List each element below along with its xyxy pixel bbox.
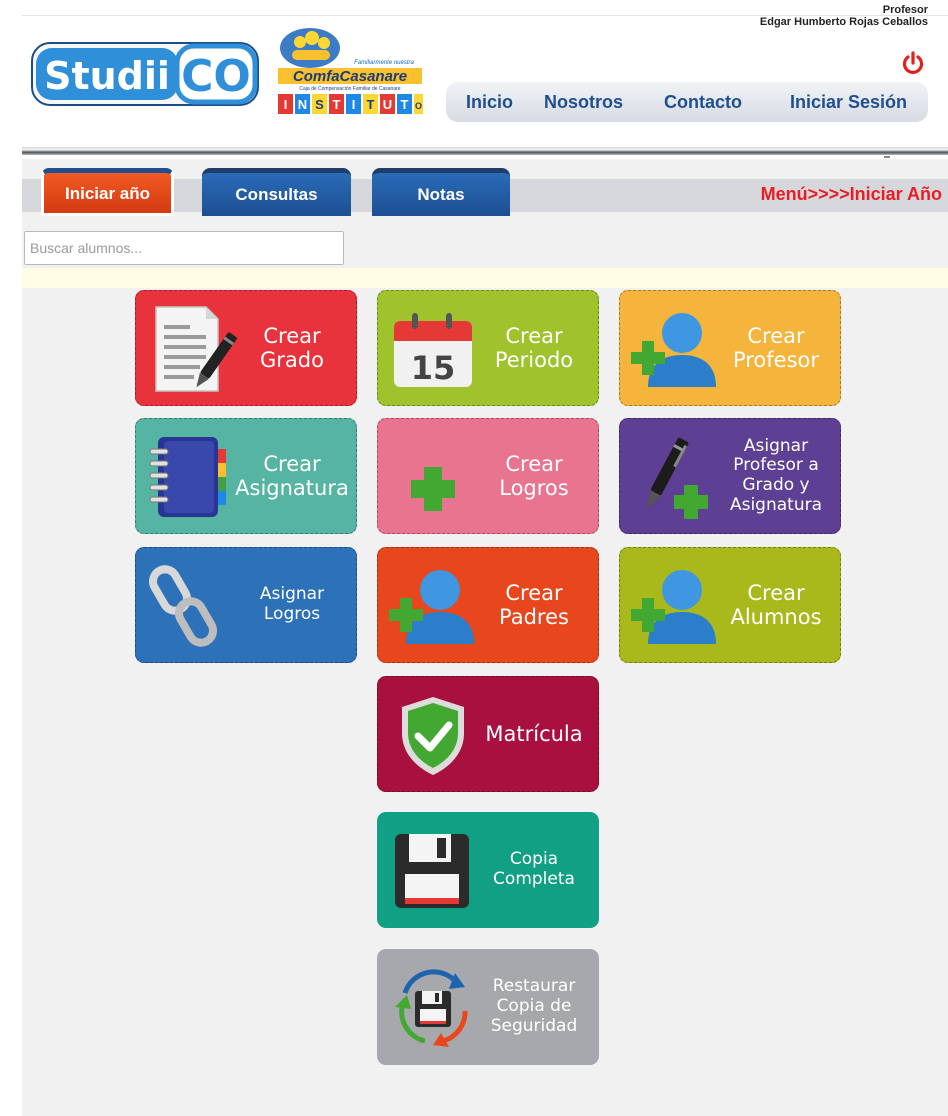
nav-contacto[interactable]: Contacto xyxy=(664,92,742,113)
tile-label: Crear Asignatura xyxy=(235,451,349,500)
svg-text:ComfaCasanare: ComfaCasanare xyxy=(293,68,407,85)
notebook-icon xyxy=(149,437,226,517)
tile-crear-periodo[interactable]: 15 Crear Periodo xyxy=(377,290,599,406)
tile-crear-asignatura[interactable]: Crear Asignatura xyxy=(135,418,357,534)
user-plus-icon xyxy=(631,313,716,387)
tile-matricula[interactable]: Matrícula xyxy=(377,676,599,792)
svg-text:Caja de Compensación Familiar: Caja de Compensación Familiar de Casanar… xyxy=(299,86,400,92)
shield-check-icon xyxy=(402,697,464,775)
plus-icon xyxy=(411,467,455,511)
tile-label: Crear Logros xyxy=(499,451,569,500)
tile-label: Crear Periodo xyxy=(494,323,574,372)
power-icon[interactable] xyxy=(900,50,926,76)
nav-nosotros[interactable]: Nosotros xyxy=(544,92,623,113)
svg-text:15: 15 xyxy=(411,349,456,387)
calendar-15-icon: 15 xyxy=(394,313,472,387)
nav-iniciar-sesion[interactable]: Iniciar Sesión xyxy=(790,92,907,113)
svg-text:U: U xyxy=(383,97,392,112)
breadcrumb: Menú>>>>Iniciar Año xyxy=(760,184,942,204)
chain-link-icon xyxy=(149,565,217,647)
tile-crear-padres[interactable]: Crear Padres xyxy=(377,547,599,663)
svg-text:T: T xyxy=(333,97,341,112)
svg-text:N: N xyxy=(298,97,307,112)
tile-asignar-profesor[interactable]: Asignar Profesor a Grado y Asignatura xyxy=(619,418,841,534)
floppy-disk-icon xyxy=(395,834,469,908)
svg-text:Studii: Studii xyxy=(44,54,170,98)
tile-crear-logros[interactable]: Crear Logros xyxy=(377,418,599,534)
main-nav: Inicio Nosotros Contacto Iniciar Sesión xyxy=(446,82,928,122)
studii-co-logo[interactable]: Studii CO xyxy=(31,42,259,106)
svg-text:O: O xyxy=(415,101,422,111)
comfacasanare-logo[interactable]: Familiarmente nuestra ComfaCasanare Caja… xyxy=(272,26,424,118)
svg-text:CO: CO xyxy=(181,51,251,102)
tile-copia-completa[interactable]: Copia Completa xyxy=(377,812,599,928)
tile-crear-alumnos[interactable]: Crear Alumnos xyxy=(619,547,841,663)
tab-consultas[interactable]: Consultas xyxy=(202,168,351,216)
search-input[interactable] xyxy=(24,231,344,265)
svg-text:Familiarmente nuestra: Familiarmente nuestra xyxy=(354,60,414,66)
tile-label: Copia Completa xyxy=(493,849,575,889)
tile-label: Crear Grado xyxy=(260,323,324,372)
svg-text:T: T xyxy=(401,97,409,112)
tile-label: Matrícula xyxy=(485,721,583,746)
tile-label: Crear Profesor xyxy=(732,323,820,372)
svg-text:I: I xyxy=(352,97,356,112)
svg-text:I: I xyxy=(284,97,288,112)
tile-label: Crear Alumnos xyxy=(730,580,822,629)
svg-text:S: S xyxy=(315,97,324,112)
tile-label: Asignar Profesor a Grado y Asignatura xyxy=(729,435,823,515)
tile-crear-grado[interactable]: Crear Grado xyxy=(135,290,357,406)
notice-strip xyxy=(22,268,948,288)
user-name: Edgar Humberto Rojas Ceballos xyxy=(759,16,928,28)
divider-dash xyxy=(884,156,890,158)
user-plus-icon xyxy=(389,570,474,644)
tile-asignar-logros[interactable]: Asignar Logros xyxy=(135,547,357,663)
pen-plus-icon xyxy=(647,437,708,519)
user-role: Profesor xyxy=(882,4,928,16)
tab-iniciar-ano[interactable]: Iniciar año xyxy=(41,168,174,216)
tile-label: Crear Padres xyxy=(499,580,569,629)
restore-backup-icon xyxy=(395,969,468,1047)
page-header: Studii CO Familiarmente nuestra ComfaCas… xyxy=(0,0,948,148)
document-pen-icon xyxy=(155,306,237,392)
svg-text:T: T xyxy=(367,97,375,112)
nav-inicio[interactable]: Inicio xyxy=(466,92,513,113)
tile-label: Restaurar Copia de Seguridad xyxy=(490,976,578,1036)
tile-label: Asignar Logros xyxy=(259,584,325,624)
tab-notas[interactable]: Notas xyxy=(372,168,510,216)
header-divider xyxy=(22,147,948,155)
tile-restaurar-copia[interactable]: Restaurar Copia de Seguridad xyxy=(377,949,599,1065)
user-plus-icon xyxy=(631,570,716,644)
tile-crear-profesor[interactable]: Crear Profesor xyxy=(619,290,841,406)
